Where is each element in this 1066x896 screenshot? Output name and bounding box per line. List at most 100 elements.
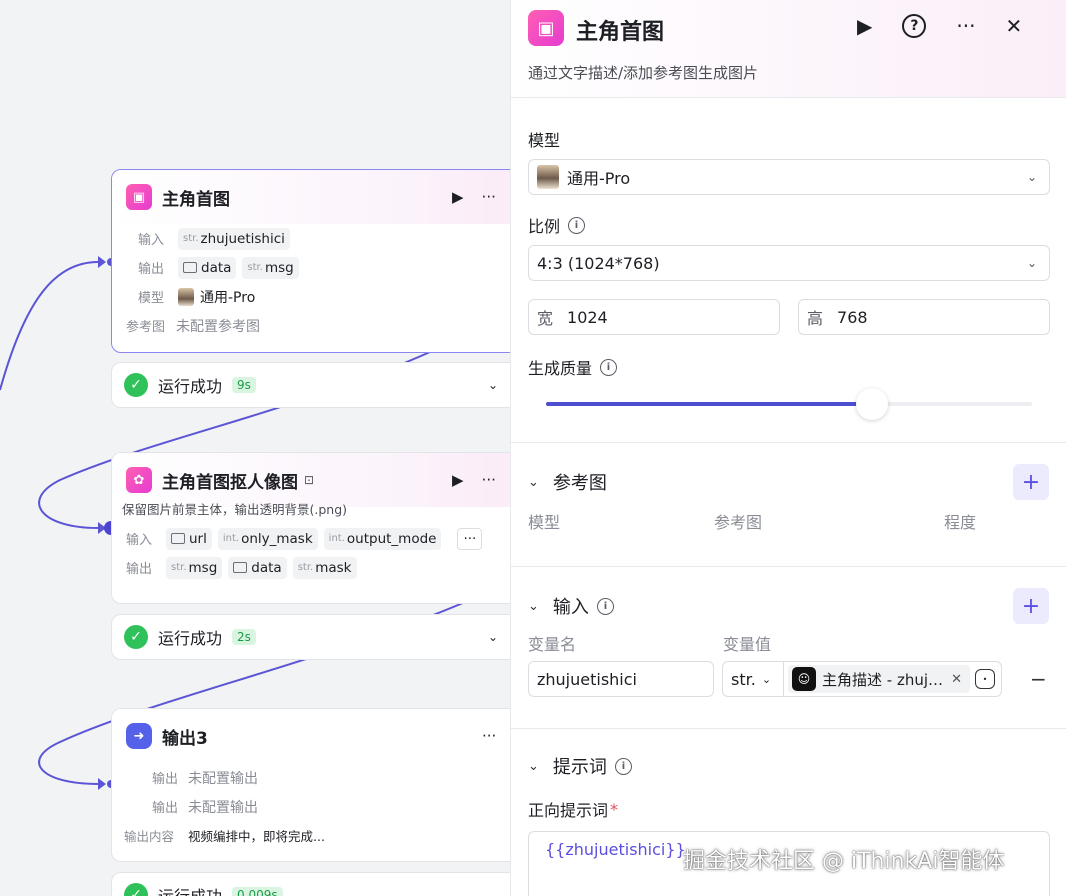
param-tag: str. mask [292,556,357,579]
node-content-row: 输出内容 视频编排中，即将完成... [124,829,325,844]
model-select[interactable]: 通用-Pro ⌄ [528,159,1050,195]
node-input-row: 输入 str. zhujuetishici [138,224,510,253]
node-title: 主角首图抠人像图 [162,472,298,493]
node-output-row: 输出 未配置输出 [152,770,258,788]
run-status-2[interactable]: ✓ 运行成功 2s ⌄ [111,614,510,660]
chevron-down-icon[interactable]: ⌄ [488,888,498,896]
edge-arrow-3 [98,778,106,790]
ratio-select[interactable]: 4:3 (1024*768) ⌄ [528,245,1050,281]
play-icon[interactable]: ▶ [452,188,464,206]
node-title: 输出3 [162,728,208,749]
model-avatar [537,165,559,189]
image-type-icon [233,562,248,573]
positive-prompt-label: 正向提示词 * [528,799,619,821]
image-type-icon [171,533,185,544]
node-portrait-cutout[interactable]: ✿ 主角首图抠人像图 ⊡ ▶ ··· 保留图片前景主体，输出透明背景(.png)… [111,452,510,604]
param-tag: data [178,256,237,279]
node-output-row: 输出 data str. msg [138,253,510,282]
reference-chip[interactable]: ☺ 主角描述 - zhujuetishici ✕ [788,665,970,693]
panel-header: ▣ 主角首图 ▶ ? ··· ✕ 通过文字描述/添加参考图生成图片 [511,0,1066,98]
image-type-icon [183,262,197,273]
run-status-1[interactable]: ✓ 运行成功 9s ⌄ [111,362,510,408]
image-gen-icon: ▣ [528,10,564,46]
node-output-row: 输出 未配置输出 [152,799,258,817]
watermark: 掘金技术社区 @ iThinkAi智能体 [683,849,1005,874]
variable-name-input[interactable]: zhujuetishici [528,661,714,697]
node-header[interactable]: ➜ 输出3 ··· [112,709,510,763]
check-icon: ✓ [124,373,148,397]
input-section: ⌄ 输入 i + 变量名 变量值 zhujuetishici str. ⌄ ☺ … [511,567,1066,729]
chevron-down-icon[interactable]: ⌄ [528,599,539,614]
more-icon[interactable]: ··· [482,471,496,489]
model-settings-section: 模型 通用-Pro ⌄ 比例 i 4:3 (1024*768) ⌄ 宽 1024 … [511,99,1066,443]
run-status-3[interactable]: ✓ 运行成功 0.009s ⌄ [111,872,510,896]
plugin-icon: ⊡ [304,473,315,487]
play-icon[interactable]: ▶ [452,471,464,489]
more-params-button[interactable]: ··· [457,527,483,550]
node-output-row: 输出 str. msg data str. mask [126,553,510,582]
remove-chip-icon[interactable]: ✕ [951,672,962,687]
run-time-badge: 0.009s [232,887,283,896]
more-icon[interactable]: ··· [482,188,496,206]
node-header[interactable]: ▣ 主角首图 ▶ ··· [112,170,510,224]
chevron-down-icon[interactable]: ⌄ [488,630,498,644]
add-input-button[interactable]: + [1013,588,1049,624]
add-reference-button[interactable]: + [1013,464,1049,500]
width-input[interactable]: 宽 1024 [528,299,780,335]
model-avatar [178,287,194,306]
node-description: 保留图片前景主体，输出透明背景(.png) [122,502,348,517]
chevron-down-icon: ⌄ [761,672,772,686]
agent-avatar-icon: ☺ [792,667,816,691]
variable-row: zhujuetishici str. ⌄ ☺ 主角描述 - zhujuetish… [528,661,1050,697]
output-icon: ➜ [126,723,152,749]
run-node-button[interactable]: ▶ [857,14,872,38]
node-ref-row: 参考图 未配置参考图 [126,318,260,336]
model-label: 模型 [528,131,561,150]
param-tag: url [166,527,212,550]
quality-slider[interactable] [528,388,1050,420]
info-icon[interactable]: i [568,216,586,234]
variable-reference[interactable]: ☺ 主角描述 - zhujuetishici ✕ • [784,661,1002,697]
node-model-row: 模型 通用-Pro [138,287,256,306]
chevron-down-icon[interactable]: ⌄ [528,759,539,774]
panel-title[interactable]: 主角首图 [576,14,664,46]
chevron-down-icon: ⌄ [1026,256,1037,270]
panel-subtitle: 通过文字描述/添加参考图生成图片 [528,64,759,82]
param-tag: str. msg [166,556,223,579]
close-icon[interactable]: ✕ [1005,14,1022,38]
slider-fill [546,402,872,406]
more-icon[interactable]: ··· [956,14,975,38]
cutout-icon: ✿ [126,467,152,493]
run-time-badge: 2s [232,629,256,645]
node-input-row: 输入 url int. only_mask int. output_mode ··· [126,524,510,553]
chevron-down-icon[interactable]: ⌄ [488,378,498,392]
info-icon[interactable]: i [596,597,614,615]
node-main-image[interactable]: ▣ 主角首图 ▶ ··· 输入 str. zhujuetishici 输出 dat… [111,169,510,353]
param-tag: data [228,556,287,579]
chevron-down-icon[interactable]: ⌄ [528,475,539,490]
chevron-down-icon: ⌄ [1026,170,1037,184]
node-title: 主角首图 [162,189,230,210]
param-tag: int. only_mask [217,527,318,550]
check-icon: ✓ [124,625,148,649]
info-icon[interactable]: i [614,757,632,775]
height-input[interactable]: 高 768 [798,299,1050,335]
edge-into-node-1 [0,261,99,391]
more-icon[interactable]: ··· [482,727,496,745]
variable-picker-icon[interactable]: • [975,669,995,689]
slider-handle[interactable] [855,388,888,420]
remove-variable-button[interactable]: − [1030,667,1047,691]
workflow-canvas[interactable]: ▣ 主角首图 ▶ ··· 输入 str. zhujuetishici 输出 dat… [0,0,510,896]
help-icon[interactable]: ? [902,14,927,38]
node-settings-panel: ▣ 主角首图 ▶ ? ··· ✕ 通过文字描述/添加参考图生成图片 模型 通用-… [510,0,1066,896]
run-time-badge: 9s [232,377,256,393]
ratio-label: 比例 i [528,213,1050,237]
reference-section: ⌄ 参考图 + 模型 参考图 程度 [511,443,1066,567]
variable-type-select[interactable]: str. ⌄ [722,661,784,697]
node-output-3[interactable]: ➜ 输出3 ··· 输出 未配置输出 输出 未配置输出 输出内容 视频编排中，即… [111,708,510,862]
check-icon: ✓ [124,883,148,896]
param-tag: str. zhujuetishici [178,227,290,250]
param-tag: str. msg [242,256,299,279]
quality-label: 生成质量 i [528,355,1050,379]
info-icon[interactable]: i [600,358,618,376]
